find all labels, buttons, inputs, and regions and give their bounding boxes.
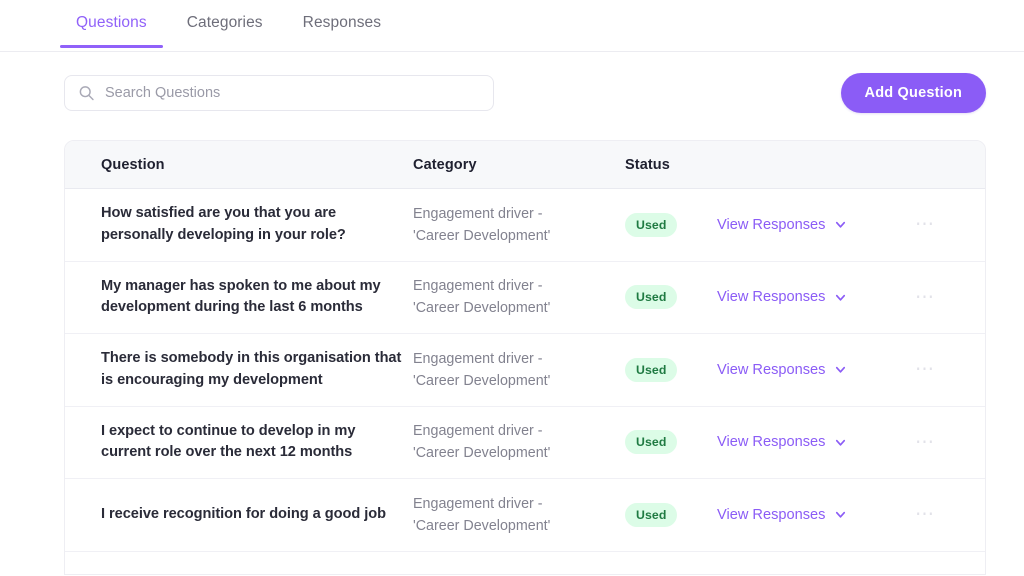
row-overflow-menu-icon[interactable]: ⋯ <box>909 358 942 381</box>
action-cell: View Responses <box>717 433 903 451</box>
status-badge: Used <box>625 357 678 382</box>
question-text: I expect to continue to develop in my cu… <box>101 422 356 461</box>
row-overflow-menu-icon[interactable]: ⋯ <box>909 503 942 526</box>
row-overflow-menu-icon[interactable]: ⋯ <box>909 286 942 309</box>
category-text-line1: Engagement driver - <box>413 278 543 295</box>
row-overflow-menu-icon[interactable]: ⋯ <box>909 431 942 454</box>
chevron-down-icon <box>834 218 847 231</box>
table-row[interactable]: I expect to continue to develop in my cu… <box>65 406 985 479</box>
view-responses-label: View Responses <box>717 361 826 378</box>
question-cell: My manager has spoken to me about my dev… <box>65 276 413 319</box>
table-row[interactable]: I receive recognition for doing a good j… <box>65 479 985 552</box>
view-responses-label: View Responses <box>717 289 826 306</box>
category-text-line1: Engagement driver - <box>413 350 543 367</box>
status-badge: Used <box>625 285 678 310</box>
tab-bar: Questions Categories Responses <box>0 0 1024 52</box>
more-cell: ⋯ <box>903 358 985 381</box>
category-cell: Engagement driver - 'Career Development' <box>413 348 625 392</box>
questions-page: Questions Categories Responses Add Quest… <box>0 0 1024 576</box>
status-badge: Used <box>625 212 678 237</box>
category-cell: Engagement driver - 'Career Development' <box>413 493 625 537</box>
table-row-partial[interactable] <box>65 551 985 574</box>
toolbar: Add Question <box>0 52 1024 134</box>
question-text: My manager has spoken to me about my dev… <box>101 277 381 316</box>
question-cell: How satisfied are you that you are perso… <box>65 203 413 246</box>
question-text: How satisfied are you that you are perso… <box>101 205 346 243</box>
question-text: I receive recognition for doing a good j… <box>101 506 386 523</box>
category-text-line1: Engagement driver - <box>413 423 543 440</box>
more-cell: ⋯ <box>903 503 985 526</box>
category-cell: Engagement driver - 'Career Development' <box>413 275 625 319</box>
category-text-line2: 'Career Development' <box>413 227 551 244</box>
view-responses-button[interactable]: View Responses <box>717 507 847 523</box>
action-cell: View Responses <box>717 288 903 306</box>
tab-questions[interactable]: Questions <box>56 0 167 48</box>
table-header-row: Question Category Status <box>65 141 985 189</box>
table-row[interactable]: How satisfied are you that you are perso… <box>65 189 985 262</box>
view-responses-label: View Responses <box>717 434 826 451</box>
view-responses-button[interactable]: View Responses <box>717 217 847 233</box>
status-cell: Used <box>625 357 717 382</box>
search-icon <box>78 85 95 102</box>
status-badge: Used <box>625 502 678 527</box>
search-input[interactable] <box>105 85 481 101</box>
question-text: There is somebody in this organisation t… <box>101 350 402 388</box>
add-question-button[interactable]: Add Question <box>840 73 986 113</box>
more-cell: ⋯ <box>903 213 985 236</box>
view-responses-label: View Responses <box>717 216 826 233</box>
questions-table: Question Category Status How satisfied a… <box>64 140 986 575</box>
action-cell: View Responses <box>717 506 903 524</box>
status-cell: Used <box>625 502 717 527</box>
column-header-question: Question <box>101 156 165 173</box>
action-cell: View Responses <box>717 361 903 379</box>
tab-responses[interactable]: Responses <box>283 0 401 48</box>
chevron-down-icon <box>834 436 847 449</box>
column-header-status: Status <box>625 156 670 173</box>
category-text-line2: 'Career Development' <box>413 445 551 462</box>
category-text-line2: 'Career Development' <box>413 517 551 534</box>
search-box[interactable] <box>64 75 494 111</box>
column-header-category: Category <box>413 156 477 173</box>
table-row[interactable]: My manager has spoken to me about my dev… <box>65 261 985 334</box>
category-cell: Engagement driver - 'Career Development' <box>413 203 625 247</box>
chevron-down-icon <box>834 508 847 521</box>
action-cell: View Responses <box>717 216 903 234</box>
category-text-line1: Engagement driver - <box>413 205 543 222</box>
question-cell: There is somebody in this organisation t… <box>65 348 413 391</box>
table-row[interactable]: There is somebody in this organisation t… <box>65 334 985 407</box>
question-cell: I expect to continue to develop in my cu… <box>65 421 413 464</box>
more-cell: ⋯ <box>903 431 985 454</box>
category-text-line2: 'Career Development' <box>413 300 551 317</box>
view-responses-label: View Responses <box>717 506 826 523</box>
status-cell: Used <box>625 285 717 310</box>
status-badge: Used <box>625 430 678 455</box>
question-cell: I receive recognition for doing a good j… <box>65 504 413 525</box>
row-overflow-menu-icon[interactable]: ⋯ <box>909 213 942 236</box>
status-cell: Used <box>625 212 717 237</box>
view-responses-button[interactable]: View Responses <box>717 434 847 450</box>
tab-categories[interactable]: Categories <box>167 0 283 48</box>
view-responses-button[interactable]: View Responses <box>717 362 847 378</box>
category-cell: Engagement driver - 'Career Development' <box>413 420 625 464</box>
category-text-line2: 'Career Development' <box>413 372 551 389</box>
category-text-line1: Engagement driver - <box>413 495 543 512</box>
status-cell: Used <box>625 430 717 455</box>
chevron-down-icon <box>834 291 847 304</box>
chevron-down-icon <box>834 363 847 376</box>
view-responses-button[interactable]: View Responses <box>717 289 847 305</box>
more-cell: ⋯ <box>903 286 985 309</box>
